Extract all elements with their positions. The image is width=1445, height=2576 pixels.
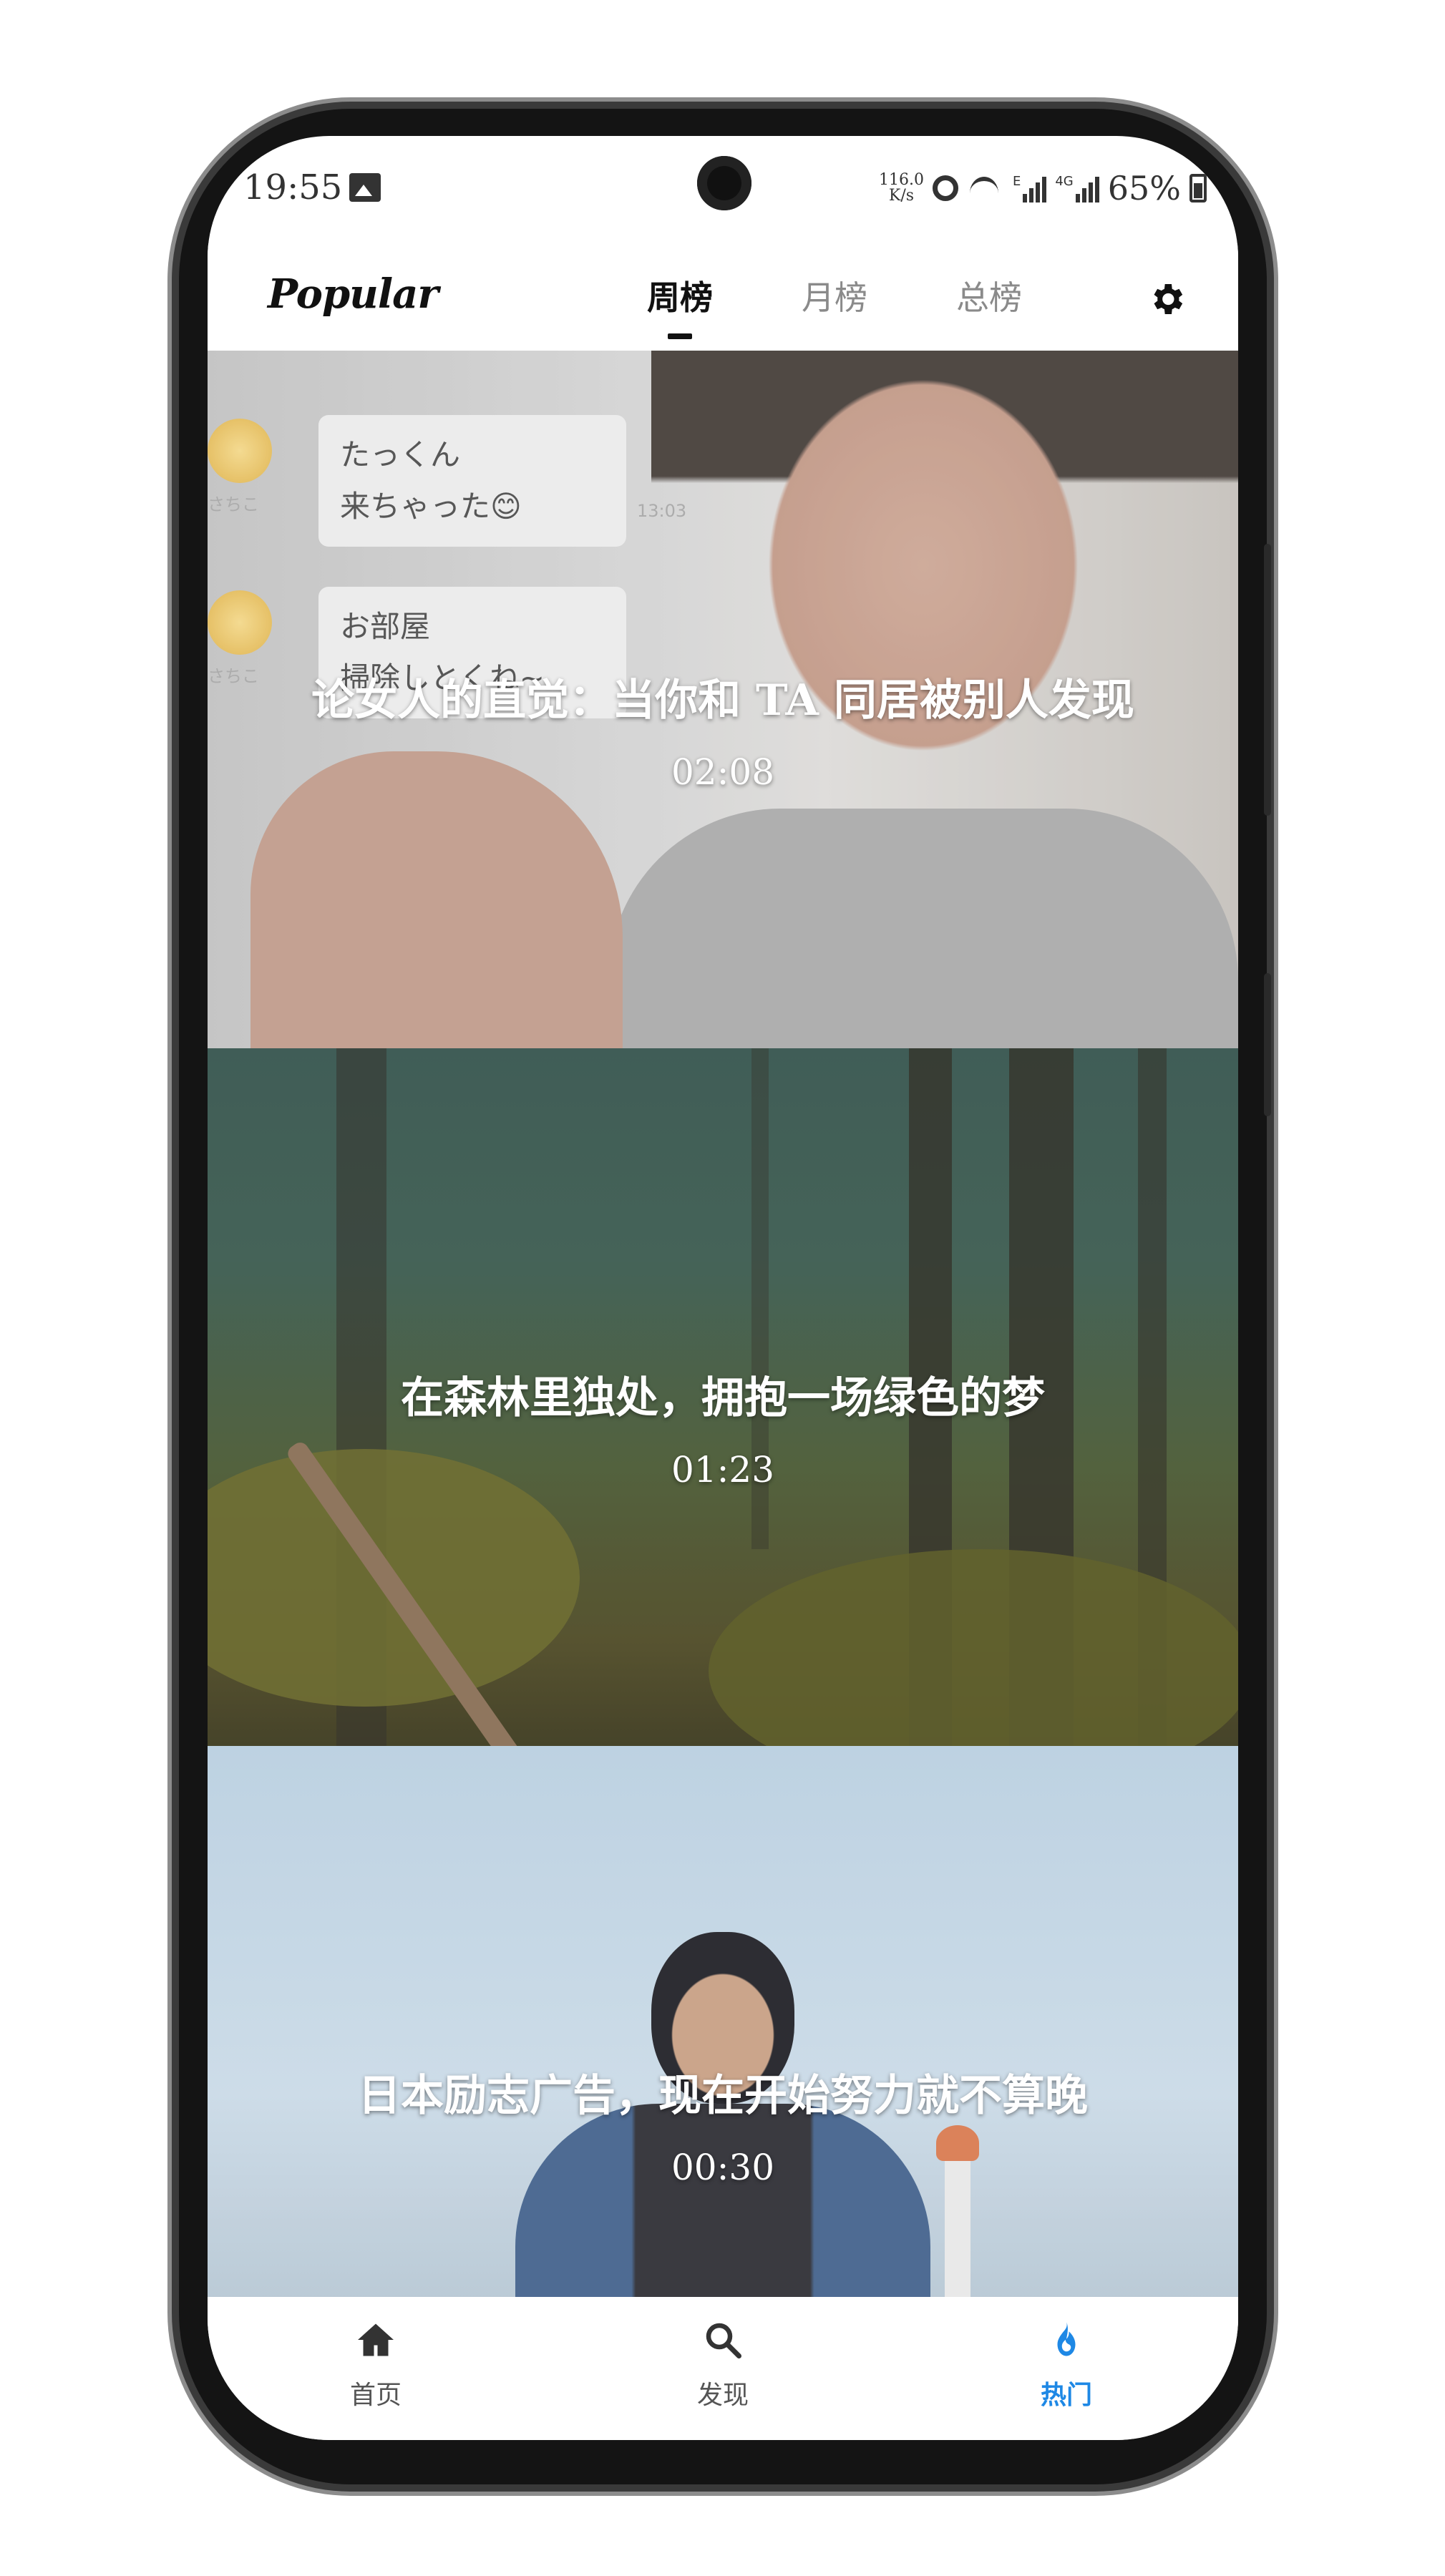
video-duration: 02:08: [671, 751, 775, 793]
video-card[interactable]: 在森林里独处，拥抱一场绿色的梦 01:23: [208, 1048, 1238, 1746]
battery-icon: [1189, 174, 1207, 203]
signal-icon: 4G: [1055, 174, 1099, 203]
video-duration: 01:23: [671, 1449, 775, 1491]
search-icon: [706, 2323, 741, 2358]
tab-all-time[interactable]: 总榜: [946, 272, 1032, 319]
battery-percentage: 65%: [1107, 169, 1181, 208]
app-title: Popular: [268, 270, 439, 318]
home-icon: [358, 2323, 394, 2356]
thumbnail-dim-overlay: [208, 1746, 1238, 2297]
network-speed-value: 116.0: [878, 171, 924, 189]
nav-label: 发现: [696, 2381, 749, 2410]
app-header: Popular 周榜 月榜 总榜: [208, 243, 1238, 351]
signal-type-label: 4G: [1055, 174, 1074, 189]
video-title: 论女人的直觉：当你和 TA 同居被别人发现: [311, 675, 1134, 726]
volume-button: [1264, 544, 1271, 816]
wifi-icon: [967, 174, 1004, 203]
video-duration: 00:30: [671, 2147, 775, 2188]
nav-item-home[interactable]: 首页: [304, 2318, 447, 2426]
video-card[interactable]: 日本励志广告，现在开始努力就不算晚 00:30: [208, 1746, 1238, 2297]
network-speed: 116.0 K/s: [879, 172, 924, 204]
bottom-navigation: 首页 发现 热门: [208, 2297, 1238, 2440]
power-button: [1264, 973, 1271, 1116]
nav-item-discover[interactable]: 发现: [651, 2318, 794, 2426]
video-title: 日本励志广告，现在开始努力就不算晚: [358, 2071, 1088, 2121]
video-feed: さちこ たっくん 来ちゃった😊 13:03 さちこ お部屋 掃除しとくね~ 论女…: [208, 351, 1238, 2297]
phone-screen: 19:55 116.0 K/s E 4G 65% Popular 周榜 月榜 总…: [208, 136, 1238, 2440]
nav-item-popular[interactable]: 热门: [995, 2318, 1138, 2426]
tab-monthly[interactable]: 月榜: [792, 272, 877, 319]
signal-icon: E: [1012, 174, 1047, 203]
signal-type-label: E: [1012, 174, 1021, 189]
gallery-notification-icon: [349, 173, 381, 202]
status-bar: 19:55 116.0 K/s E 4G 65%: [208, 136, 1238, 243]
active-tab-indicator: [668, 333, 692, 339]
flame-icon: [1057, 2322, 1076, 2356]
status-time: 19:55: [243, 167, 343, 208]
nav-label: 首页: [349, 2381, 402, 2410]
tab-weekly[interactable]: 周榜: [637, 272, 723, 319]
nav-label: 热门: [1040, 2381, 1092, 2410]
video-title: 在森林里独处，拥抱一场绿色的梦: [401, 1373, 1045, 1423]
network-speed-unit: K/s: [888, 187, 915, 205]
front-camera: [697, 156, 751, 210]
settings-gear-icon[interactable]: [1147, 279, 1187, 319]
status-indicators: 116.0 K/s E 4G 65%: [879, 163, 1207, 213]
video-card[interactable]: さちこ たっくん 来ちゃった😊 13:03 さちこ お部屋 掃除しとくね~ 论女…: [208, 351, 1238, 1048]
alarm-icon: [932, 175, 958, 201]
